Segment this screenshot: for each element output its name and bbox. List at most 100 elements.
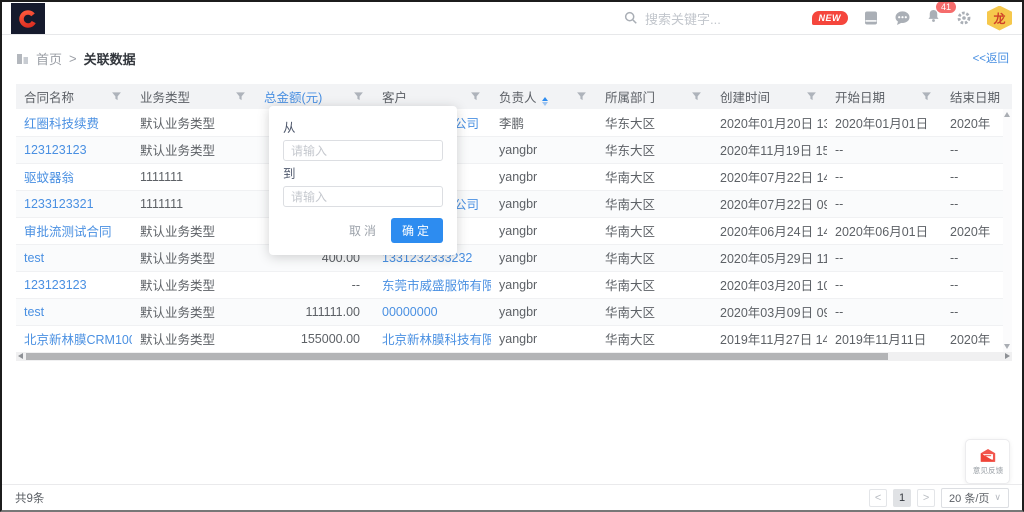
user-avatar[interactable]: 龙 [987,6,1012,31]
start-date-cell: -- [827,298,942,325]
created-cell: 2020年07月22日 09:23 [712,190,827,217]
filter-icon[interactable] [691,91,702,105]
created-cell: 2020年06月24日 14:45 [712,217,827,244]
prev-page-button[interactable]: < [869,489,887,507]
start-date-cell: -- [827,136,942,163]
scroll-right-icon[interactable] [1005,353,1010,359]
contract-name-link[interactable]: 123123123 [16,136,132,163]
breadcrumb-home[interactable]: 首页 [36,49,62,68]
gear-icon[interactable] [956,10,972,26]
column-header-1[interactable]: 合同名称 [16,84,132,109]
column-label: 结束日期 [950,91,1000,105]
amount-filter-popup: 从 到 取消 确定 [269,106,457,255]
column-header-7[interactable]: 创建时间 [712,84,827,109]
filter-icon[interactable] [111,91,122,105]
table-row: 123123123默认业务类型yangbr华东大区2020年11月19日 15:… [16,136,1012,163]
confirm-button[interactable]: 确定 [391,218,443,243]
notifications[interactable]: 41 [926,8,941,29]
chat-icon[interactable] [894,10,911,26]
horizontal-scrollbar[interactable] [16,352,1012,361]
search-icon [624,11,638,25]
vertical-scrollbar[interactable] [1003,109,1012,352]
scroll-left-icon[interactable] [18,353,23,359]
table-row: 北京新林膜CRM100用户...默认业务类型155000.00北京新林膜科技有限… [16,325,1012,352]
contracts-table: 合同名称业务类型总金额(元) 客户 负责人 所属部门 创建时间 开始日期 结束日期 红圈科技… [16,84,1012,361]
filter-icon[interactable] [470,91,481,105]
start-date-cell: 2019年11月11日 [827,325,942,352]
column-header-8[interactable]: 开始日期 [827,84,942,109]
amount-cell: 111111.00 [256,298,374,325]
contract-name-link[interactable]: test [16,244,132,271]
owner-cell: yangbr [491,298,597,325]
customer-link[interactable]: 北京新林膜科技有限公司 [374,325,491,352]
table-row: test默认业务类型111111.0000000000yangbr华南大区202… [16,298,1012,325]
column-label: 客户 [382,91,407,105]
column-header-5[interactable]: 负责人 [491,84,597,109]
contract-name-link[interactable]: 驱蚊器翁 [16,163,132,190]
end-date-cell: -- [942,190,1012,217]
created-cell: 2020年03月20日 10:10 [712,271,827,298]
contract-name-link[interactable]: 123123123 [16,271,132,298]
created-cell: 2020年07月22日 14:04 [712,163,827,190]
from-label: 从 [283,117,443,136]
scrollbar-thumb[interactable] [26,353,888,360]
feedback-button[interactable]: 意见反馈 [965,439,1010,484]
column-label: 所属部门 [605,91,655,105]
business-type-cell: 默认业务类型 [132,136,256,163]
department-cell: 华南大区 [597,298,712,325]
global-search[interactable]: 搜索关键字... [624,2,721,34]
page-size-value: 20 条/页 [949,490,989,506]
contract-name-link[interactable]: 审批流测试合同 [16,217,132,244]
created-cell: 2020年11月19日 15:41 [712,136,827,163]
notification-count-badge: 41 [935,0,957,14]
amount-to-input[interactable] [283,186,443,207]
column-header-2[interactable]: 业务类型 [132,84,256,109]
start-date-cell: -- [827,271,942,298]
column-label: 总金额(元) [264,91,322,105]
owner-cell: yangbr [491,217,597,244]
customer-link[interactable]: 东莞市威盛服饰有限公司 [374,271,491,298]
sort-icon[interactable] [542,97,548,106]
column-label: 开始日期 [835,91,885,105]
to-label: 到 [283,163,443,182]
department-cell: 华南大区 [597,163,712,190]
start-date-cell: -- [827,244,942,271]
start-date-cell: 2020年01月01日 [827,109,942,136]
column-label: 创建时间 [720,91,770,105]
notebook-icon[interactable] [863,10,879,26]
feedback-mail-icon [979,448,997,463]
department-cell: 华东大区 [597,109,712,136]
contract-name-link[interactable]: 北京新林膜CRM100用户... [16,325,132,352]
current-page[interactable]: 1 [893,489,911,507]
cancel-button[interactable]: 取消 [349,222,379,239]
business-type-cell: 默认业务类型 [132,244,256,271]
breadcrumb-current: 关联数据 [84,49,136,68]
filter-icon[interactable] [353,91,364,105]
app-logo[interactable] [11,3,45,34]
filter-icon[interactable] [576,91,587,105]
business-type-cell: 默认业务类型 [132,325,256,352]
owner-cell: 李鹏 [491,109,597,136]
owner-cell: yangbr [491,163,597,190]
amount-from-input[interactable] [283,140,443,161]
column-header-6[interactable]: 所属部门 [597,84,712,109]
scroll-down-icon[interactable] [1004,344,1010,349]
contract-name-link[interactable]: test [16,298,132,325]
contract-name-link[interactable]: 红圈科技续费 [16,109,132,136]
top-bar: 搜索关键字... NEW 41 [2,2,1022,35]
home-icon [16,53,29,65]
start-date-cell: -- [827,163,942,190]
page-size-select[interactable]: 20 条/页 ∨ [941,488,1009,508]
contract-name-link[interactable]: 1233123321 [16,190,132,217]
back-link[interactable]: <<返回 [973,50,1009,66]
new-badge[interactable]: NEW [812,11,849,25]
next-page-button[interactable]: > [917,489,935,507]
filter-icon[interactable] [806,91,817,105]
column-label: 负责人 [499,91,537,105]
filter-icon[interactable] [235,91,246,105]
scroll-up-icon[interactable] [1004,112,1010,117]
column-header-9[interactable]: 结束日期 [942,84,1012,109]
filter-icon[interactable] [921,91,932,105]
end-date-cell: 2020年 [942,109,1012,136]
customer-link[interactable]: 00000000 [374,298,491,325]
